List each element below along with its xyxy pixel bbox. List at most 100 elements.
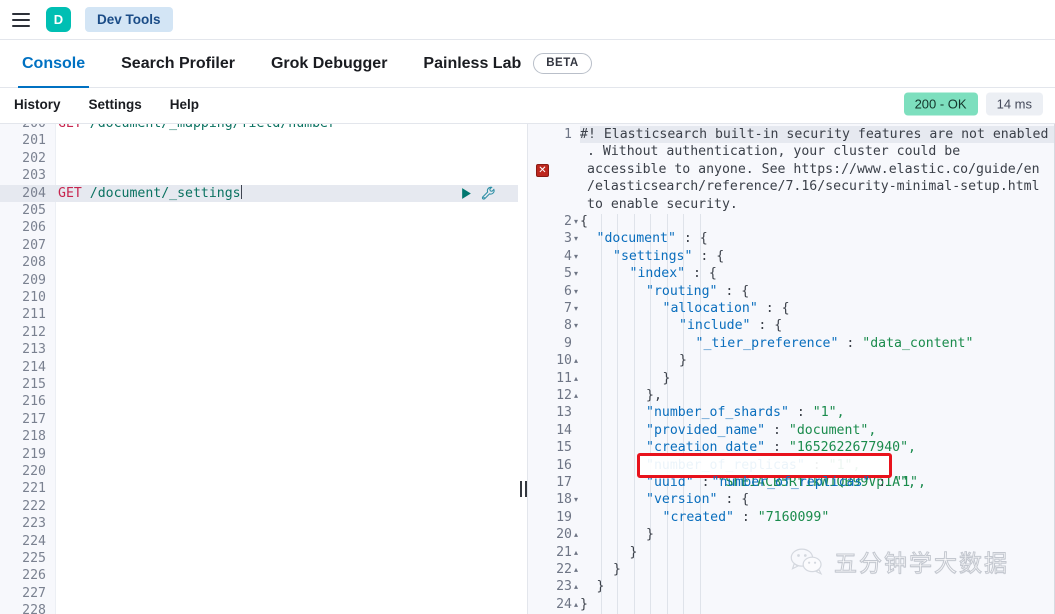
json-key: "uuid" [646, 475, 694, 490]
line-number: 224 [0, 533, 46, 550]
response-line: 20▴} [528, 526, 1054, 543]
request-line[interactable]: 220 [0, 463, 518, 480]
line-number: 213 [0, 341, 46, 358]
json-key: "version" [646, 492, 717, 507]
tab-console[interactable]: Console [4, 40, 103, 88]
response-line: 22▴} [528, 561, 1054, 578]
request-line[interactable]: 210 [0, 289, 518, 306]
response-line: 8▾"include" : { [528, 317, 1054, 334]
json-key: "allocation" [663, 301, 758, 316]
line-number: 223 [0, 515, 46, 532]
request-line[interactable]: 227 [0, 585, 518, 602]
line-text: "number_of_shards" : "1", [580, 404, 1054, 421]
line-number: 8 [528, 317, 572, 334]
request-line[interactable]: 201 [0, 132, 518, 149]
request-line[interactable]: 218 [0, 428, 518, 445]
request-line[interactable]: 216 [0, 393, 518, 410]
request-line[interactable]: 202 [0, 150, 518, 167]
request-line[interactable]: 209 [0, 272, 518, 289]
request-line[interactable]: 221 [0, 480, 518, 497]
app-badge-dev-tools[interactable]: Dev Tools [85, 7, 173, 32]
json-value: "1652622677940", [789, 440, 916, 455]
toolbar-history[interactable]: History [0, 97, 75, 112]
request-line[interactable]: 207 [0, 237, 518, 254]
json-key: "include" [679, 318, 750, 333]
line-text: "include" : { [580, 317, 1054, 334]
line-number: 20 [528, 526, 572, 543]
request-line[interactable]: 206 [0, 219, 518, 236]
request-line[interactable]: 204GET /document/_settings [0, 185, 518, 202]
wrench-icon[interactable] [481, 186, 496, 201]
play-icon[interactable] [460, 187, 473, 200]
pane-splitter[interactable] [518, 124, 528, 614]
avatar[interactable]: D [46, 7, 71, 32]
response-line: 17"uuid" : "ShEIACB5Rf1kW1QB99Vp1A", [528, 474, 1054, 491]
response-line: 7▾"allocation" : { [528, 300, 1054, 317]
request-line[interactable]: 208 [0, 254, 518, 271]
json-punct: : [838, 336, 862, 351]
splitter-grip-icon[interactable] [520, 481, 527, 497]
warning-text: /elasticsearch/reference/7.16/security-m… [580, 178, 1054, 195]
request-line[interactable]: 211 [0, 306, 518, 323]
line-text: } [580, 596, 1054, 613]
line-number: 216 [0, 393, 46, 410]
json-punct: } [597, 579, 605, 594]
request-line[interactable]: 200GET /document/_mapping/field/number [0, 124, 518, 132]
request-line[interactable]: 228 [0, 602, 518, 614]
tab-painless-lab[interactable]: Painless Lab [405, 40, 539, 88]
json-punct: : { [758, 301, 790, 316]
request-line[interactable]: 213 [0, 341, 518, 358]
response-warning-line: . Without authentication, your cluster c… [528, 143, 1054, 160]
tab-search-profiler[interactable]: Search Profiler [103, 40, 253, 88]
request-line[interactable]: 226 [0, 567, 518, 584]
json-punct: : [734, 510, 758, 525]
toolbar-settings[interactable]: Settings [75, 97, 156, 112]
json-punct: : { [685, 266, 717, 281]
line-number: 23 [528, 578, 572, 595]
response-warning-line: /elasticsearch/reference/7.16/security-m… [528, 178, 1054, 195]
response-viewer[interactable]: ✕ 1#! Elasticsearch built-in security fe… [528, 124, 1055, 614]
request-line[interactable]: 217 [0, 411, 518, 428]
toolbar-help[interactable]: Help [156, 97, 213, 112]
line-text: { [580, 213, 1054, 230]
tab-grok-debugger[interactable]: Grok Debugger [253, 40, 405, 88]
line-number: 13 [528, 404, 572, 421]
line-text: } [580, 544, 1054, 561]
line-number: 3 [528, 230, 572, 247]
line-number: 206 [0, 219, 46, 236]
console-toolbar: History Settings Help 200 - OK 14 ms [0, 88, 1055, 120]
request-line[interactable]: 222 [0, 498, 518, 515]
response-status: 200 - OK 14 ms [904, 93, 1043, 116]
line-number: 6 [528, 283, 572, 300]
line-number: 204 [0, 185, 46, 202]
line-number: 22 [528, 561, 572, 578]
json-punct: } [613, 562, 621, 577]
request-line[interactable]: 214 [0, 359, 518, 376]
request-line[interactable]: 212 [0, 324, 518, 341]
response-line: 24▴} [528, 596, 1054, 613]
response-warning-line: 1#! Elasticsearch built-in security feat… [528, 126, 1054, 143]
json-value: "1", [813, 405, 845, 420]
json-key: "provided_name" [646, 423, 765, 438]
request-line[interactable]: 205 [0, 202, 518, 219]
request-line[interactable]: 225 [0, 550, 518, 567]
request-line[interactable]: 224 [0, 533, 518, 550]
request-actions[interactable] [460, 185, 496, 202]
json-punct: } [663, 371, 671, 386]
request-line[interactable]: 219 [0, 446, 518, 463]
json-punct: : { [750, 318, 782, 333]
warning-text: . Without authentication, your cluster c… [580, 143, 1054, 160]
request-line[interactable]: 215 [0, 376, 518, 393]
line-number: 218 [0, 428, 46, 445]
line-number: 16 [528, 457, 572, 474]
line-number: 220 [0, 463, 46, 480]
request-editor[interactable]: 200GET /document/_mapping/field/number20… [0, 124, 518, 614]
hamburger-menu-icon[interactable] [12, 13, 30, 27]
request-line[interactable]: 223 [0, 515, 518, 532]
line-number: 205 [0, 202, 46, 219]
request-line[interactable]: 203 [0, 167, 518, 184]
line-text: GET /document/_mapping/field/number [58, 124, 518, 132]
line-number: 4 [528, 248, 572, 265]
line-number: 18 [528, 491, 572, 508]
line-text: "routing" : { [580, 283, 1054, 300]
